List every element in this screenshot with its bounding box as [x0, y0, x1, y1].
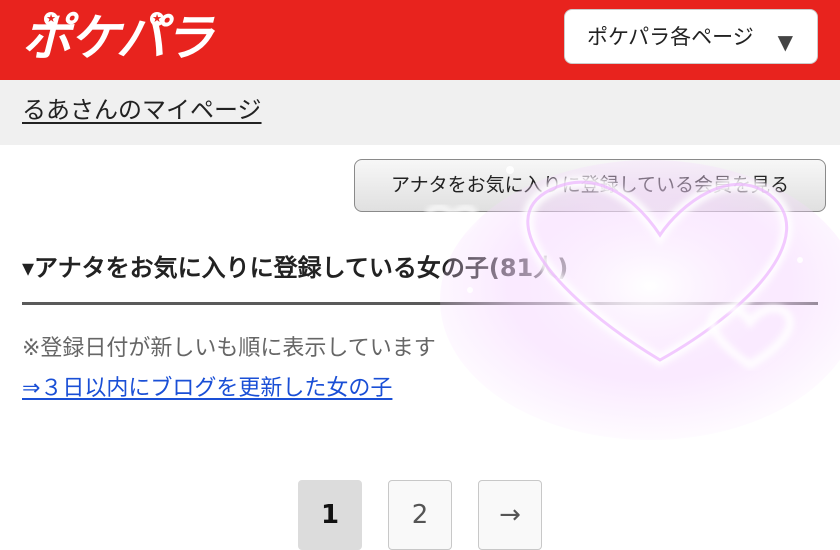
page-select-dropdown[interactable]: ポケパラ各ページ ▼ [564, 9, 818, 64]
page-select-label: ポケパラ各ページ [587, 25, 754, 49]
chevron-down-icon: ▼ [777, 30, 793, 54]
next-page-button[interactable]: → [478, 480, 542, 550]
logo-star-icon: ★ [44, 12, 58, 26]
page-2-button[interactable]: 2 [388, 480, 452, 550]
site-header: ポケパラ ★ ★ ポケパラ各ページ ▼ [0, 0, 840, 80]
logo-star-icon: ★ [150, 12, 164, 26]
section-divider [22, 302, 818, 305]
sort-note: ※登録日付が新しいも順に表示しています [22, 336, 436, 361]
view-fav-members-button[interactable]: アナタをお気に入りに登録している会員を見る [354, 159, 826, 212]
recent-blog-link[interactable]: ⇒３日以内にブログを更新した女の子 [22, 371, 392, 407]
page-1-button[interactable]: 1 [298, 480, 362, 550]
mypage-title-link[interactable]: るあさんのマイページ [22, 90, 262, 130]
section-title: ▾アナタをお気に入りに登録している女の子(81人) [22, 254, 569, 282]
